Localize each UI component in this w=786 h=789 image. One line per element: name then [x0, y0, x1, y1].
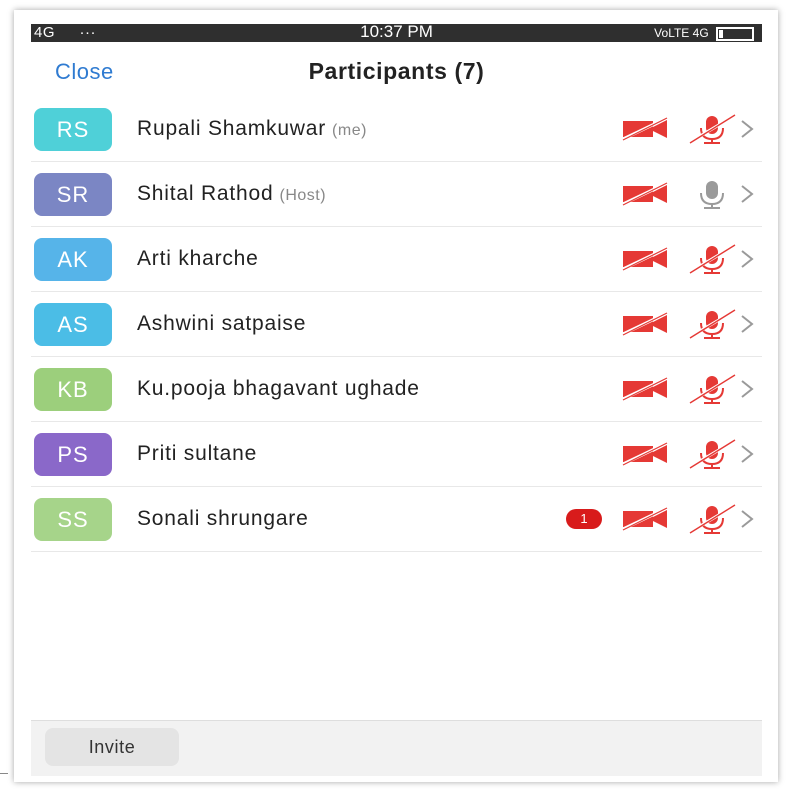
participant-row[interactable]: AS Ashwini satpaise	[31, 292, 762, 357]
chevron-right-icon[interactable]	[737, 442, 757, 466]
participant-row[interactable]: KB Ku.pooja bhagavant ughade	[31, 357, 762, 422]
mic-muted-icon	[687, 112, 737, 146]
participant-role-tag: (me)	[332, 122, 367, 139]
participant-name: Shital Rathod (Host)	[137, 182, 326, 206]
participant-row[interactable]: PS Priti sultane	[31, 422, 762, 487]
participant-name-text: Shital Rathod	[137, 182, 274, 205]
avatar: PS	[34, 433, 112, 476]
chevron-right-icon[interactable]	[737, 247, 757, 271]
video-off-icon	[621, 507, 669, 531]
invite-button[interactable]: Invite	[45, 728, 179, 766]
participant-name: Sonali shrungare	[137, 507, 309, 531]
participant-name: Arti kharche	[137, 247, 259, 271]
avatar: AS	[34, 303, 112, 346]
participant-list: RS Rupali Shamkuwar (me) SR Shital Rathod (H…	[31, 97, 762, 552]
mic-muted-icon	[687, 372, 737, 406]
participant-row[interactable]: AK Arti kharche	[31, 227, 762, 292]
participant-name: Priti sultane	[137, 442, 257, 466]
participant-name: Rupali Shamkuwar (me)	[137, 117, 367, 141]
video-off-icon	[621, 442, 669, 466]
divider	[0, 773, 8, 774]
chat-count-badge: 1	[566, 509, 602, 529]
network-label: VoLTE 4G	[654, 26, 709, 40]
bottom-bar: Invite	[31, 720, 762, 776]
video-off-icon	[621, 247, 669, 271]
chevron-right-icon[interactable]	[737, 312, 757, 336]
participant-row[interactable]: RS Rupali Shamkuwar (me)	[31, 97, 762, 162]
mic-icon	[687, 177, 737, 211]
chevron-right-icon[interactable]	[737, 117, 757, 141]
mic-muted-icon	[687, 242, 737, 276]
participant-name-text: Sonali shrungare	[137, 507, 309, 530]
video-off-icon	[621, 377, 669, 401]
nav-bar: Close Participants (7)	[31, 42, 762, 98]
page-title: Participants (7)	[308, 58, 485, 84]
participant-name-text: Ashwini satpaise	[137, 312, 307, 335]
status-bar: 4G ··· 10:37 PM VoLTE 4G	[31, 22, 762, 42]
chevron-right-icon[interactable]	[737, 377, 757, 401]
participant-name-text: Rupali Shamkuwar	[137, 117, 327, 140]
participant-role-tag: (Host)	[279, 187, 327, 204]
avatar: KB	[34, 368, 112, 411]
video-off-icon	[621, 117, 669, 141]
participant-name: Ku.pooja bhagavant ughade	[137, 377, 420, 401]
avatar: AK	[34, 238, 112, 281]
participant-name-text: Arti kharche	[137, 247, 259, 270]
battery-icon	[716, 26, 754, 41]
clock: 10:37 PM	[360, 22, 433, 41]
participant-name-text: Ku.pooja bhagavant ughade	[137, 377, 420, 400]
mic-muted-icon	[687, 307, 737, 341]
video-off-icon	[621, 182, 669, 206]
avatar: SR	[34, 173, 112, 216]
participant-name: Ashwini satpaise	[137, 312, 306, 336]
participant-name-text: Priti sultane	[137, 442, 258, 465]
avatar: SS	[34, 498, 112, 541]
participant-row[interactable]: SS Sonali shrungare 1	[31, 487, 762, 552]
chevron-right-icon[interactable]	[737, 182, 757, 206]
video-off-icon	[621, 312, 669, 336]
participant-row[interactable]: SR Shital Rathod (Host)	[31, 162, 762, 227]
network-indicator: VoLTE 4G	[654, 24, 754, 42]
avatar: RS	[34, 108, 112, 151]
mic-muted-icon	[687, 437, 737, 471]
chevron-right-icon[interactable]	[737, 507, 757, 531]
mic-muted-icon	[687, 502, 737, 536]
